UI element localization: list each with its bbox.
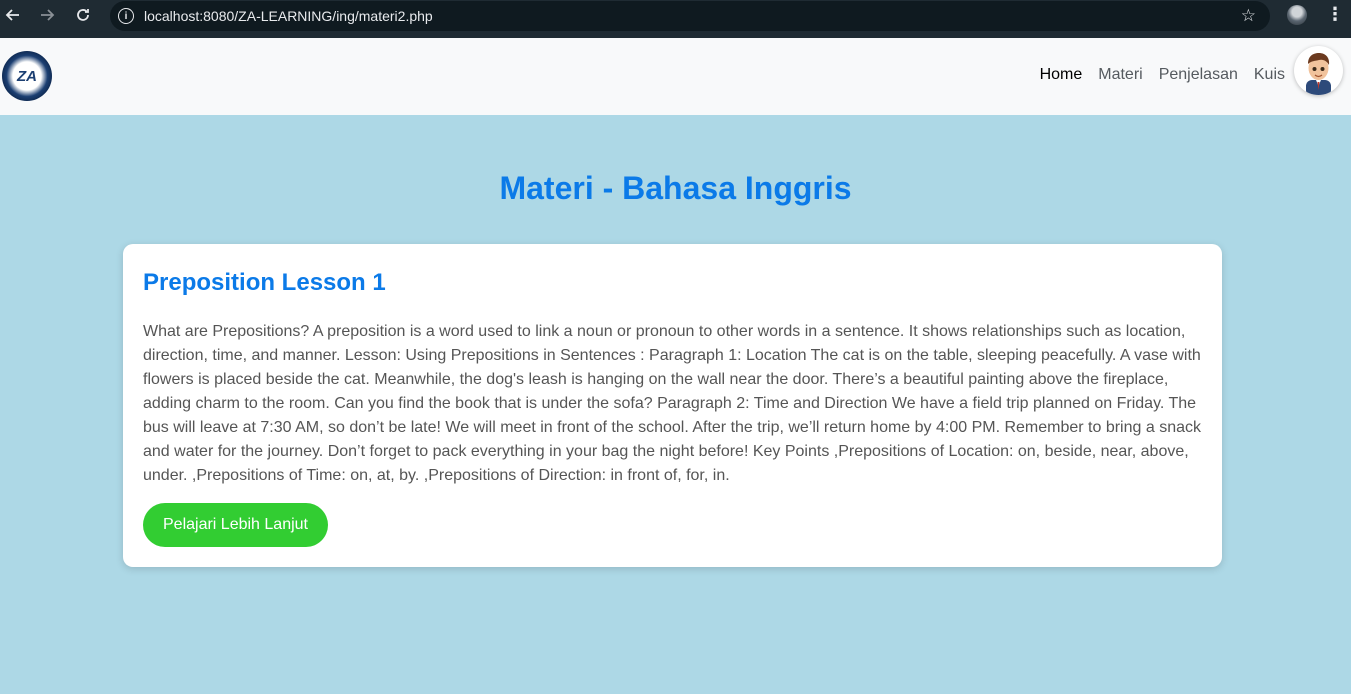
browser-menu-icon[interactable]: ⋮ (1326, 4, 1344, 25)
nav-links: Home Materi Penjelasan Kuis (1040, 66, 1285, 84)
bookmark-star-icon[interactable]: ☆ (1241, 6, 1256, 26)
nav-link-penjelasan[interactable]: Penjelasan (1159, 66, 1238, 84)
logo-mark: ZA (17, 67, 37, 85)
nav-link-kuis[interactable]: Kuis (1254, 66, 1285, 84)
lesson-title: Preposition Lesson 1 (143, 269, 386, 296)
back-arrow-icon[interactable] (2, 4, 24, 26)
site-navbar: ZA Home Materi Penjelasan Kuis (0, 38, 1351, 115)
site-logo[interactable]: ZA (2, 51, 52, 101)
url-text[interactable]: localhost:8080/ZA-LEARNING/ing/materi2.p… (144, 8, 433, 24)
reload-icon[interactable] (72, 4, 94, 26)
lesson-card: Preposition Lesson 1 What are Prepositio… (123, 244, 1222, 567)
lesson-text: What are Prepositions? A preposition is … (143, 323, 1201, 484)
browser-profile-icon[interactable] (1287, 5, 1307, 25)
browser-toolbar: i localhost:8080/ZA-LEARNING/ing/materi2… (0, 0, 1351, 38)
address-bar[interactable]: i localhost:8080/ZA-LEARNING/ing/materi2… (110, 1, 1270, 31)
nav-link-materi[interactable]: Materi (1098, 66, 1142, 84)
forward-arrow-icon[interactable] (36, 4, 58, 26)
cartoon-boy-avatar-icon (1306, 53, 1331, 95)
nav-link-home[interactable]: Home (1040, 66, 1083, 84)
page-title: Materi - Bahasa Inggris (499, 170, 852, 206)
learn-more-button[interactable]: Pelajari Lebih Lanjut (143, 503, 328, 547)
site-info-icon[interactable]: i (118, 8, 134, 24)
user-avatar[interactable] (1294, 46, 1343, 95)
